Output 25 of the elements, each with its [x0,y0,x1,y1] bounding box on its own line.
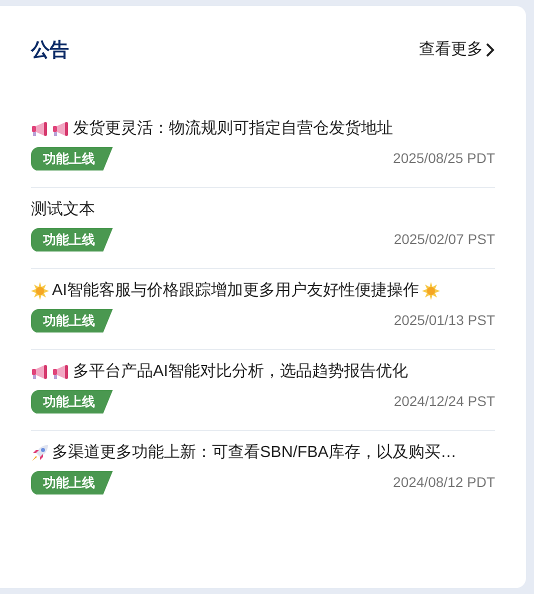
announcement-date: 2024/12/24 PST [394,392,495,411]
announcement-date: 2024/08/12 PDT [393,473,495,492]
feature-tag: 功能上线 [31,390,113,414]
megaphone-icon [52,364,70,380]
announcement-title-link[interactable]: 多平台产品AI智能对比分析，选品趋势报告优化 [31,360,495,384]
megaphone-icon [31,120,49,136]
megaphone-icon [52,120,70,136]
announcement-date: 2025/01/13 PST [394,311,495,330]
rocket-icon [31,444,49,462]
megaphone-icon [31,364,49,380]
announcement-title-link[interactable]: 多渠道更多功能上新：可查看SBN/FBA库存，以及购买… [31,440,495,464]
feature-tag: 功能上线 [31,470,113,494]
feature-tag: 功能上线 [31,308,113,332]
sun-icon [31,282,49,300]
view-more-link[interactable]: 查看更多 [419,38,495,62]
feature-tag: 功能上线 [31,146,113,170]
announcement-date: 2025/08/25 PDT [393,149,495,168]
sun-icon [422,282,440,300]
feature-tag: 功能上线 [31,228,113,252]
announcement-title-link[interactable]: 发货更灵活：物流规则可指定自营仓发货地址 [31,116,495,140]
announcement-title-link[interactable]: 测试文本 [31,198,495,222]
announcement-date: 2025/02/07 PST [394,230,495,249]
chevron-right-icon [485,43,495,58]
announcement-title-link[interactable]: AI智能客服与价格跟踪增加更多用户友好性便捷操作 [31,278,495,302]
card-title: 公告 [31,38,69,63]
